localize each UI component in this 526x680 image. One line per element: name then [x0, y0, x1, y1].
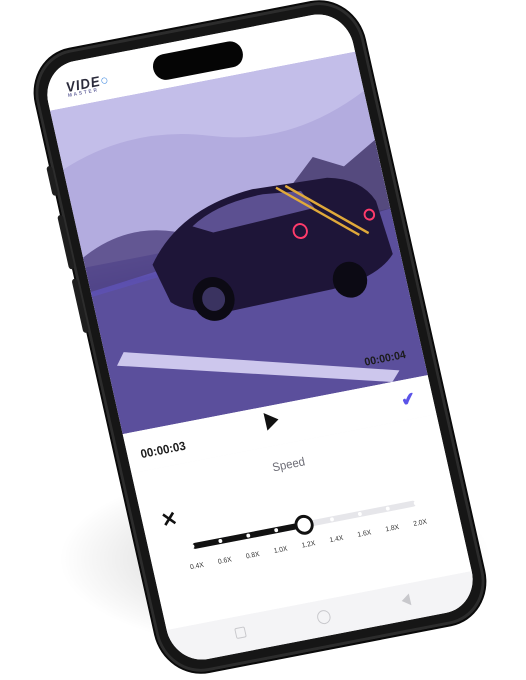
video-frame-car	[50, 51, 428, 435]
speed-step-dot	[413, 500, 418, 506]
speed-tick-label[interactable]: 0.6X	[210, 555, 239, 567]
speed-tick-label[interactable]: 0.4X	[182, 560, 211, 572]
speed-tick-label[interactable]: 0.8X	[238, 550, 267, 562]
speed-tick-label[interactable]: 2.0X	[405, 517, 434, 529]
volume-down-button	[71, 278, 90, 334]
home-icon[interactable]	[315, 608, 332, 626]
slider-handle[interactable]	[292, 513, 316, 537]
phone-mockup: VIDE○ MASTER 00:00:04 00:00:03 ✔ Speed ✕…	[0, 0, 526, 680]
phone-screen: VIDE○ MASTER 00:00:04 00:00:03 ✔ Speed ✕…	[40, 8, 480, 666]
play-icon[interactable]	[263, 410, 281, 431]
volume-up-button	[57, 214, 75, 270]
recent-apps-icon[interactable]	[234, 626, 247, 640]
mute-switch	[46, 165, 59, 197]
speed-tick-label[interactable]: 1.0X	[266, 544, 295, 556]
app-logo: VIDE○ MASTER	[64, 71, 111, 99]
video-preview[interactable]	[50, 51, 428, 435]
close-icon[interactable]: ✕	[159, 506, 180, 534]
back-icon[interactable]	[400, 593, 412, 607]
speed-tick-label[interactable]: 1.6X	[350, 528, 379, 540]
check-icon[interactable]: ✔	[399, 388, 418, 411]
speed-tick-label[interactable]: 1.4X	[322, 533, 351, 545]
speed-tick-label[interactable]: 1.2X	[294, 539, 323, 551]
phone-frame: VIDE○ MASTER 00:00:04 00:00:03 ✔ Speed ✕…	[26, 0, 494, 680]
elapsed-time: 00:00:03	[139, 438, 187, 462]
speed-tick-label[interactable]: 1.8X	[378, 523, 407, 535]
speed-slider[interactable]: 0.4X 0.6X 0.8X 1.0X 1.2X 1.4X 1.6X 1.8X 2.0X	[182, 489, 431, 584]
